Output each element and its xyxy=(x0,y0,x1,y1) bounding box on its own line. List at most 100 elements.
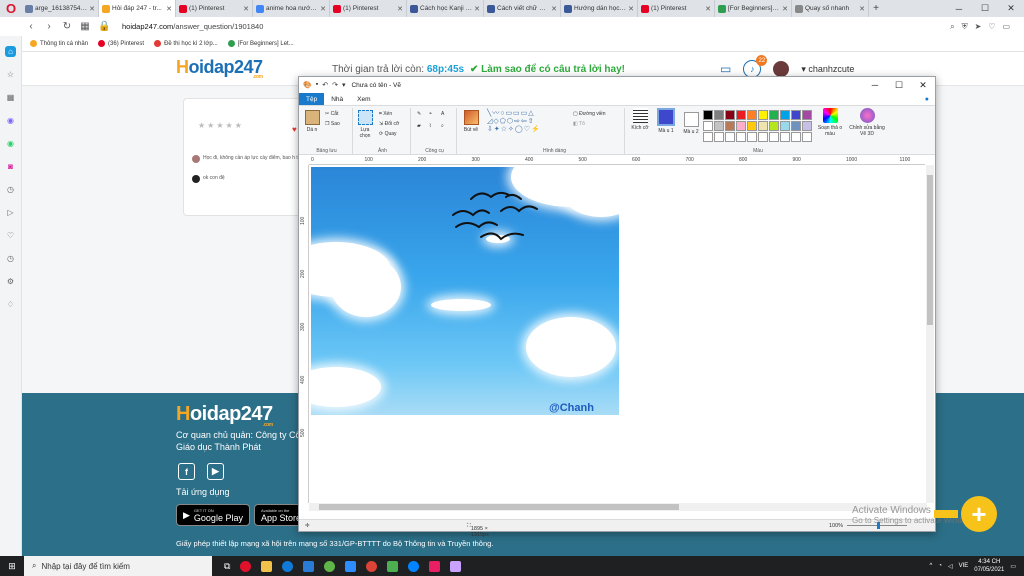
fill-button[interactable]: ◧ Tô xyxy=(573,121,585,127)
color-swatch[interactable] xyxy=(725,121,735,131)
minimize-icon[interactable]: ─ xyxy=(863,80,887,91)
close-tab-icon[interactable]: ✕ xyxy=(474,5,480,13)
windows-start-icon[interactable]: ⊞ xyxy=(0,556,24,576)
whatsapp-icon[interactable]: ◉ xyxy=(5,138,16,149)
zoom-app-icon[interactable] xyxy=(345,560,357,572)
close-tab-icon[interactable]: ✕ xyxy=(243,5,249,13)
tab-home[interactable]: Nhà xyxy=(324,93,350,105)
network-icon[interactable]: ◔ xyxy=(938,563,942,569)
chat-icon[interactable]: ▭ xyxy=(720,62,731,76)
color-swatch[interactable] xyxy=(736,132,746,142)
clock[interactable]: 4:34 CH 07/05/2021 xyxy=(974,558,1004,574)
app-icon[interactable] xyxy=(429,560,441,572)
save-icon[interactable]: ▪ xyxy=(316,81,318,89)
color-swatch[interactable] xyxy=(791,110,801,120)
close-tab-icon[interactable]: ✕ xyxy=(397,5,403,13)
close-tab-icon[interactable]: ✕ xyxy=(551,5,557,13)
cut-button[interactable]: ✂ Cắt xyxy=(325,111,338,117)
wallet-icon[interactable]: ▭ xyxy=(1002,22,1010,32)
color-swatch[interactable] xyxy=(769,132,779,142)
magnifier-icon[interactable]: ⌕ xyxy=(441,123,444,129)
color2-button[interactable]: Mà u 2 xyxy=(681,112,701,135)
chevron-up-icon[interactable]: ^ xyxy=(930,563,933,569)
color-swatch[interactable] xyxy=(747,121,757,131)
settings-icon[interactable]: ⚙ xyxy=(5,276,16,287)
home-icon[interactable]: ⌂ xyxy=(5,46,16,57)
color-swatch[interactable] xyxy=(736,121,746,131)
instagram-icon[interactable]: ◙ xyxy=(5,161,16,172)
redo-icon[interactable]: ↷ xyxy=(332,81,338,89)
apps-icon[interactable]: ▦ xyxy=(5,92,16,103)
color-swatch[interactable] xyxy=(780,110,790,120)
browser-tab[interactable]: arge_16138754b... ✕ xyxy=(22,0,99,17)
messenger-icon[interactable]: ◉ xyxy=(5,115,16,126)
messenger-app-icon[interactable] xyxy=(408,560,420,572)
tab-view[interactable]: Xem xyxy=(350,93,377,105)
youtube-icon[interactable]: ▶ xyxy=(207,463,224,480)
mail-app-icon[interactable] xyxy=(303,560,315,572)
close-tab-icon[interactable]: ✕ xyxy=(705,5,711,13)
play-icon[interactable]: ▷ xyxy=(5,207,16,218)
google-play-button[interactable]: ▶ GET IT ON Google Play xyxy=(176,504,250,526)
zoom-slider[interactable] xyxy=(847,522,907,529)
close-icon[interactable]: ✕ xyxy=(911,80,935,91)
language-indicator[interactable]: VIE xyxy=(959,563,969,569)
paint3d-button[interactable]: Chỉnh sửa bằng Vẽ 3D xyxy=(849,108,885,137)
maximize-icon[interactable]: ☐ xyxy=(887,80,911,91)
minimize-icon[interactable]: ─ xyxy=(946,0,972,17)
notification-icon[interactable]: ▭ xyxy=(1010,563,1016,570)
browser-tab[interactable]: Quay số nhanh ✕ xyxy=(792,0,869,17)
color-swatch[interactable] xyxy=(714,132,724,142)
search-icon[interactable]: ⌕ xyxy=(950,22,954,32)
avatar[interactable] xyxy=(773,61,790,77)
crop-button[interactable]: ⌗ Xén xyxy=(379,111,392,117)
forward-icon[interactable]: › xyxy=(44,21,54,32)
bookmark-item[interactable]: Thông tin cá nhân xyxy=(30,40,88,47)
color-swatch[interactable] xyxy=(802,121,812,131)
file-explorer-icon[interactable] xyxy=(261,560,273,572)
browser-tab[interactable]: anime hoa nướng... ✕ xyxy=(253,0,330,17)
color-swatch[interactable] xyxy=(703,110,713,120)
shapes-gallery[interactable]: ╲〰○▭▭▭△ ◿◇⬠⬡⇨⇦⇧ ⇩✦☆✧◯♡⚡ xyxy=(487,110,571,134)
url-field[interactable]: hoidap247.com/answer_question/1901840 xyxy=(122,22,263,31)
color-swatch[interactable] xyxy=(791,132,801,142)
copy-button[interactable]: ❐ Sao xyxy=(325,121,340,127)
username[interactable]: ▾ chanhzcute xyxy=(801,64,854,75)
color-swatch[interactable] xyxy=(758,132,768,142)
color-swatch[interactable] xyxy=(780,121,790,131)
color-swatch[interactable] xyxy=(714,110,724,120)
shield-icon[interactable]: ⛨ xyxy=(962,22,968,32)
color-swatch[interactable] xyxy=(703,121,713,131)
drawing-canvas[interactable]: @Chanh xyxy=(309,165,927,503)
history-icon[interactable]: ◷ xyxy=(5,184,16,195)
new-tab-button[interactable]: + xyxy=(869,0,883,17)
paste-button[interactable]: Dá n xyxy=(303,110,321,133)
color-swatch[interactable] xyxy=(769,121,779,131)
browser-tab[interactable]: (1) Pinterest ✕ xyxy=(638,0,715,17)
app-icon[interactable] xyxy=(387,560,399,572)
bulb-icon[interactable]: ♢ xyxy=(5,299,16,310)
opera-app-icon[interactable] xyxy=(240,560,252,572)
resize-button[interactable]: ⇲ Đổi cỡ xyxy=(379,121,399,127)
color-swatch[interactable] xyxy=(725,132,735,142)
browser-tab[interactable]: Cách viết chữ Kan...✕ xyxy=(484,0,561,17)
edit-colors-button[interactable]: Soạn thả o màu xyxy=(817,108,843,137)
color-swatch[interactable] xyxy=(747,132,757,142)
maximize-icon[interactable]: ☐ xyxy=(972,0,998,17)
star-icon[interactable]: ☆ xyxy=(5,69,16,80)
text-icon[interactable]: A xyxy=(441,111,444,117)
outline-button[interactable]: ▢ Đường viền xyxy=(573,111,606,117)
heart-icon[interactable]: ♡ xyxy=(5,230,16,241)
ask-question-button[interactable]: + xyxy=(961,496,997,532)
tip-link[interactable]: ✔ Làm sao để có câu trả lời hay! xyxy=(470,64,625,75)
close-tab-icon[interactable]: ✕ xyxy=(628,5,634,13)
close-tab-icon[interactable]: ✕ xyxy=(859,5,865,13)
color-swatch[interactable] xyxy=(780,132,790,142)
fill-icon[interactable]: ◓ xyxy=(429,111,432,117)
color-swatch[interactable] xyxy=(725,110,735,120)
edge-app-icon[interactable] xyxy=(282,560,294,572)
volume-icon[interactable]: ◁ xyxy=(948,563,953,570)
color-picker-icon[interactable]: ⌇ xyxy=(429,123,431,129)
select-button[interactable]: Lựa chọn xyxy=(355,110,375,139)
heart-icon[interactable]: ♥ xyxy=(292,125,297,134)
